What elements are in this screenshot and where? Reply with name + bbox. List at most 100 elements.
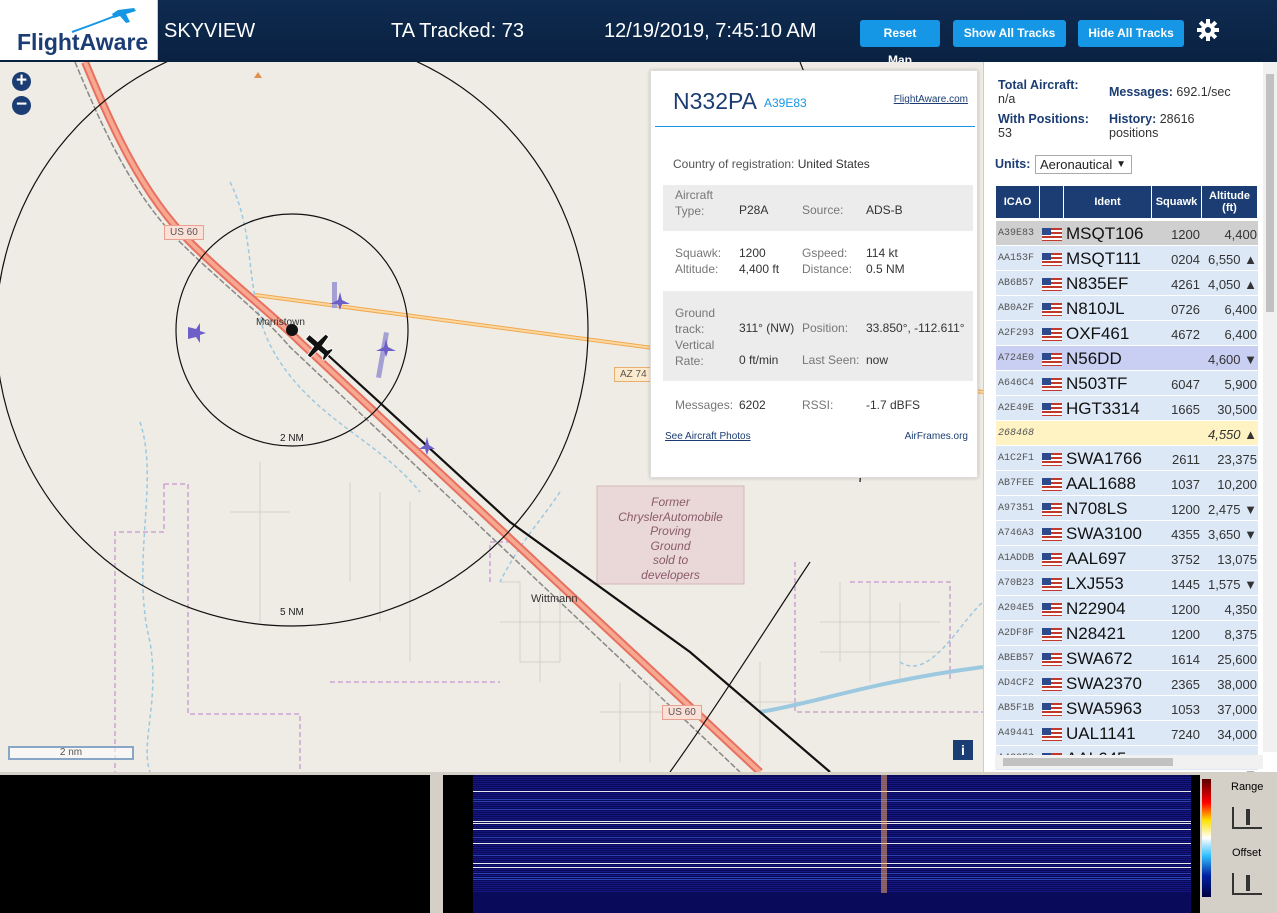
table-row[interactable]: 268468 4,550 ▲	[996, 421, 1258, 446]
offset-slider-handle[interactable]	[1246, 875, 1250, 891]
ground-track-value: 311° (NW)	[739, 321, 795, 335]
aircraft-type-value: P28A	[739, 203, 769, 217]
cell-squawk: 0726	[1171, 302, 1200, 317]
table-row[interactable]: A2DF8F N28421 1200 8,375	[996, 621, 1258, 646]
squawk-value: 1200	[739, 246, 766, 260]
us-flag-icon	[1042, 528, 1062, 541]
flightaware-link[interactable]: FlightAware.com	[894, 94, 968, 105]
show-all-tracks-button[interactable]: Show All Tracks	[953, 20, 1066, 47]
gspeed-label: Gspeed:	[802, 246, 848, 260]
table-row[interactable]: A39E83 MSQT106 1200 4,400	[996, 221, 1258, 246]
us-flag-icon	[1042, 328, 1062, 341]
zoom-out-button[interactable]: −	[12, 95, 31, 115]
waterfall-display[interactable]	[443, 775, 1200, 913]
aircraft-type-label: Aircraft Type:	[675, 188, 714, 218]
sidebar-vertical-scrollbar[interactable]	[1263, 62, 1277, 752]
table-row[interactable]: A2E49EHGT3314166530,500 ▲	[996, 396, 1258, 432]
cell-icao: ABEB57	[998, 653, 1035, 664]
info-button[interactable]: i	[953, 740, 973, 760]
column-header-flag[interactable]	[1040, 186, 1064, 218]
table-row[interactable]: AB6B57 N835EF 4261 4,050 ▲	[996, 271, 1258, 296]
table-row[interactable]: AB5F1B SWA5963 1053 37,000	[996, 696, 1258, 721]
us-flag-icon	[1042, 578, 1062, 591]
cell-squawk: 4355	[1171, 527, 1200, 542]
us-flag-icon	[1042, 628, 1062, 641]
proving-ground-line: ChryslerAutomobile	[618, 509, 723, 524]
table-row[interactable]: A724E0 N56DD 4,600 ▼	[996, 346, 1258, 371]
cell-ident: SWA3100	[1066, 524, 1142, 543]
vertical-rate-label: Vertical Rate:	[675, 338, 715, 368]
table-row[interactable]: A49441 UAL1141 7240 34,000	[996, 721, 1258, 746]
units-select[interactable]: Aeronautical ▼	[1035, 155, 1132, 174]
cell-altitude: 3,650 ▼	[1207, 527, 1257, 542]
spectrum-panel: Range Offset	[0, 775, 1277, 913]
scrollbar-thumb[interactable]	[1003, 758, 1173, 766]
total-aircraft-label: Total Aircraft:	[998, 78, 1079, 92]
proving-ground-line: Ground	[650, 538, 691, 553]
cell-ident: N503TF	[1066, 374, 1128, 393]
us-flag-icon	[1042, 703, 1062, 716]
ground-track-label: Ground track:	[675, 306, 716, 336]
gspeed-value: 114 kt	[866, 246, 898, 260]
cell-squawk: 1037	[1171, 477, 1200, 492]
table-row[interactable]: A2F293 OXF461 4672 6,400	[996, 321, 1258, 346]
cell-ident: OXF461	[1066, 324, 1130, 343]
table-row[interactable]: AD4CF2 SWA2370 2365 38,000	[996, 671, 1258, 696]
cell-altitude: 37,000	[1217, 702, 1257, 717]
scrollbar-thumb[interactable]	[1266, 74, 1274, 312]
cell-squawk: 1445	[1171, 577, 1200, 592]
table-row[interactable]: A746A3 SWA3100 4355 3,650 ▼	[996, 521, 1258, 546]
rssi-value: -1.7 dBFS	[866, 398, 921, 412]
us-flag-icon	[1042, 503, 1062, 516]
cell-ident: MSQT106	[1066, 224, 1144, 243]
zoom-in-button[interactable]: +	[12, 71, 31, 91]
range-label: Range	[1231, 781, 1264, 793]
gear-icon[interactable]	[1196, 18, 1220, 42]
cell-squawk: 1614	[1171, 652, 1200, 667]
cell-squawk: 0204	[1171, 252, 1200, 267]
column-header-ident[interactable]: Ident	[1064, 186, 1152, 218]
cell-squawk: 1053	[1171, 702, 1200, 717]
cell-ident: N835EF	[1066, 274, 1129, 293]
range-slider[interactable]	[1232, 807, 1262, 829]
column-header-icao[interactable]: ICAO	[996, 186, 1040, 218]
chevron-down-icon: ▼	[1116, 159, 1126, 170]
cell-icao: A70B23	[998, 578, 1035, 589]
airframes-link[interactable]: AirFrames.org	[905, 431, 968, 442]
table-row[interactable]: A1C2F1SWA1766261123,375 ▲	[996, 446, 1258, 482]
table-row[interactable]: A70B23 LXJ553 1445 1,575 ▼	[996, 571, 1258, 596]
cell-altitude: 38,000	[1217, 677, 1257, 692]
offset-slider[interactable]	[1232, 873, 1262, 895]
cell-squawk: 6047	[1171, 377, 1200, 392]
sidebar-horizontal-scrollbar[interactable]	[995, 755, 1263, 769]
source-label: Source:	[802, 203, 844, 217]
cell-icao: A49441	[998, 728, 1035, 739]
us-flag-icon	[1042, 253, 1062, 266]
table-row[interactable]: A97351 N708LS 1200 2,475 ▼	[996, 496, 1258, 521]
table-row[interactable]: A204E5 N22904 1200 4,350	[996, 596, 1258, 621]
reset-map-button[interactable]: Reset Map	[860, 20, 940, 67]
cell-altitude: 5,900	[1224, 377, 1257, 392]
popup-divider	[655, 126, 975, 127]
cell-squawk: 1200	[1171, 502, 1200, 517]
table-row[interactable]: ABEB57SWA672161425,600 ▲	[996, 646, 1258, 682]
road-shield-az74: AZ 74	[614, 367, 653, 382]
flightaware-logo[interactable]: FlightAware	[0, 0, 158, 60]
cell-altitude: 4,400	[1224, 227, 1257, 242]
column-header-squawk[interactable]: Squawk	[1152, 186, 1202, 218]
table-row[interactable]: AA153F MSQT111 0204 6,550 ▲	[996, 246, 1258, 271]
range-slider-handle[interactable]	[1246, 809, 1250, 825]
column-header-altitude[interactable]: Altitude (ft)	[1202, 186, 1258, 218]
messages-stat: Messages: 692.1/sec	[1109, 85, 1259, 99]
country-row: Country of registration: United States	[673, 157, 870, 171]
table-row[interactable]: A646C4 N503TF 6047 5,900	[996, 371, 1258, 396]
hide-all-tracks-button[interactable]: Hide All Tracks	[1078, 20, 1184, 47]
cell-ident: AAL697	[1066, 549, 1127, 568]
cell-altitude: 8,375	[1224, 627, 1257, 642]
table-row[interactable]: AB0A2F N810JL 0726 6,400	[996, 296, 1258, 321]
cell-icao: A746A3	[998, 528, 1035, 539]
cell-altitude: 34,000	[1217, 727, 1257, 742]
table-row[interactable]: AB7FEEAAL1688103710,200 ▼	[996, 471, 1258, 507]
aircraft-photos-link[interactable]: See Aircraft Photos	[665, 431, 751, 442]
table-row[interactable]: A1ADDBAAL697375213,075 ▼	[996, 546, 1258, 582]
